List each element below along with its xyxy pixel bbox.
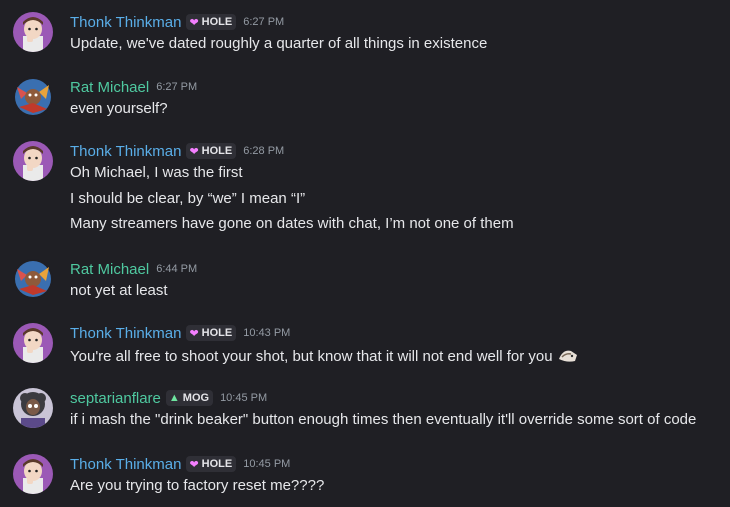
timestamp[interactable]: 6:27 PM: [243, 16, 284, 28]
thonk-avatar-icon: [13, 323, 53, 363]
thonk-avatar-icon: [13, 141, 53, 181]
heart-icon: ❤: [189, 145, 199, 158]
role-tag[interactable]: ❤ HOLE: [186, 143, 237, 159]
message-text: not yet at least: [70, 282, 168, 299]
message-text: I should be clear, by “we” I mean “I”: [70, 190, 306, 207]
timestamp[interactable]: 6:28 PM: [243, 145, 284, 157]
role-tag-label: MOG: [182, 392, 210, 404]
septarianflare-avatar-icon: [13, 388, 53, 428]
rat-michael-avatar-icon: [13, 259, 53, 299]
username[interactable]: Rat Michael: [70, 79, 149, 96]
avatar[interactable]: [13, 323, 53, 363]
avatar[interactable]: [13, 388, 53, 428]
avatar[interactable]: [13, 259, 53, 299]
timestamp[interactable]: 10:45 PM: [243, 458, 290, 470]
message-text-row: You're all free to shoot your shot, but …: [70, 345, 579, 367]
avatar[interactable]: [13, 77, 53, 117]
role-tag[interactable]: ❤ HOLE: [186, 325, 237, 341]
message-text: if i mash the "drink beaker" button enou…: [70, 411, 697, 428]
avatar[interactable]: [13, 12, 53, 52]
role-tag-label: HOLE: [201, 458, 233, 470]
timestamp[interactable]: 10:45 PM: [220, 392, 267, 404]
role-tag[interactable]: ❤ HOLE: [186, 14, 237, 30]
message-text: Many streamers have gone on dates with c…: [70, 215, 514, 232]
avatar[interactable]: [13, 454, 53, 494]
username[interactable]: Rat Michael: [70, 261, 149, 278]
message-text: even yourself?: [70, 100, 168, 117]
username[interactable]: Thonk Thinkman: [70, 14, 181, 31]
timestamp[interactable]: 6:44 PM: [156, 263, 197, 275]
heart-icon: ❤: [189, 327, 199, 340]
role-tag-label: HOLE: [201, 16, 233, 28]
heart-icon: ❤: [189, 16, 199, 29]
username[interactable]: Thonk Thinkman: [70, 456, 181, 473]
message-text: You're all free to shoot your shot, but …: [70, 348, 553, 365]
role-tag-label: HOLE: [201, 145, 233, 157]
timestamp[interactable]: 6:27 PM: [156, 81, 197, 93]
thonk-avatar-icon: [13, 12, 53, 52]
drop-icon: ▲: [168, 392, 180, 404]
custom-emoji-icon[interactable]: [557, 345, 579, 365]
rat-michael-avatar-icon: [13, 77, 53, 117]
message-text: Are you trying to factory reset me????: [70, 477, 325, 494]
username[interactable]: septarianflare: [70, 390, 161, 407]
thonk-avatar-icon: [13, 454, 53, 494]
message-list: Thonk Thinkman ❤ HOLE 6:27 PM Update, we…: [0, 0, 730, 507]
username[interactable]: Thonk Thinkman: [70, 325, 181, 342]
role-tag-label: HOLE: [201, 327, 233, 339]
heart-icon: ❤: [189, 458, 199, 471]
role-tag[interactable]: ❤ HOLE: [186, 456, 237, 472]
timestamp[interactable]: 10:43 PM: [243, 327, 290, 339]
avatar[interactable]: [13, 141, 53, 181]
message-text: Update, we've dated roughly a quarter of…: [70, 35, 488, 52]
message-text: Oh Michael, I was the first: [70, 164, 243, 181]
username[interactable]: Thonk Thinkman: [70, 143, 181, 160]
role-tag[interactable]: ▲ MOG: [165, 390, 214, 406]
